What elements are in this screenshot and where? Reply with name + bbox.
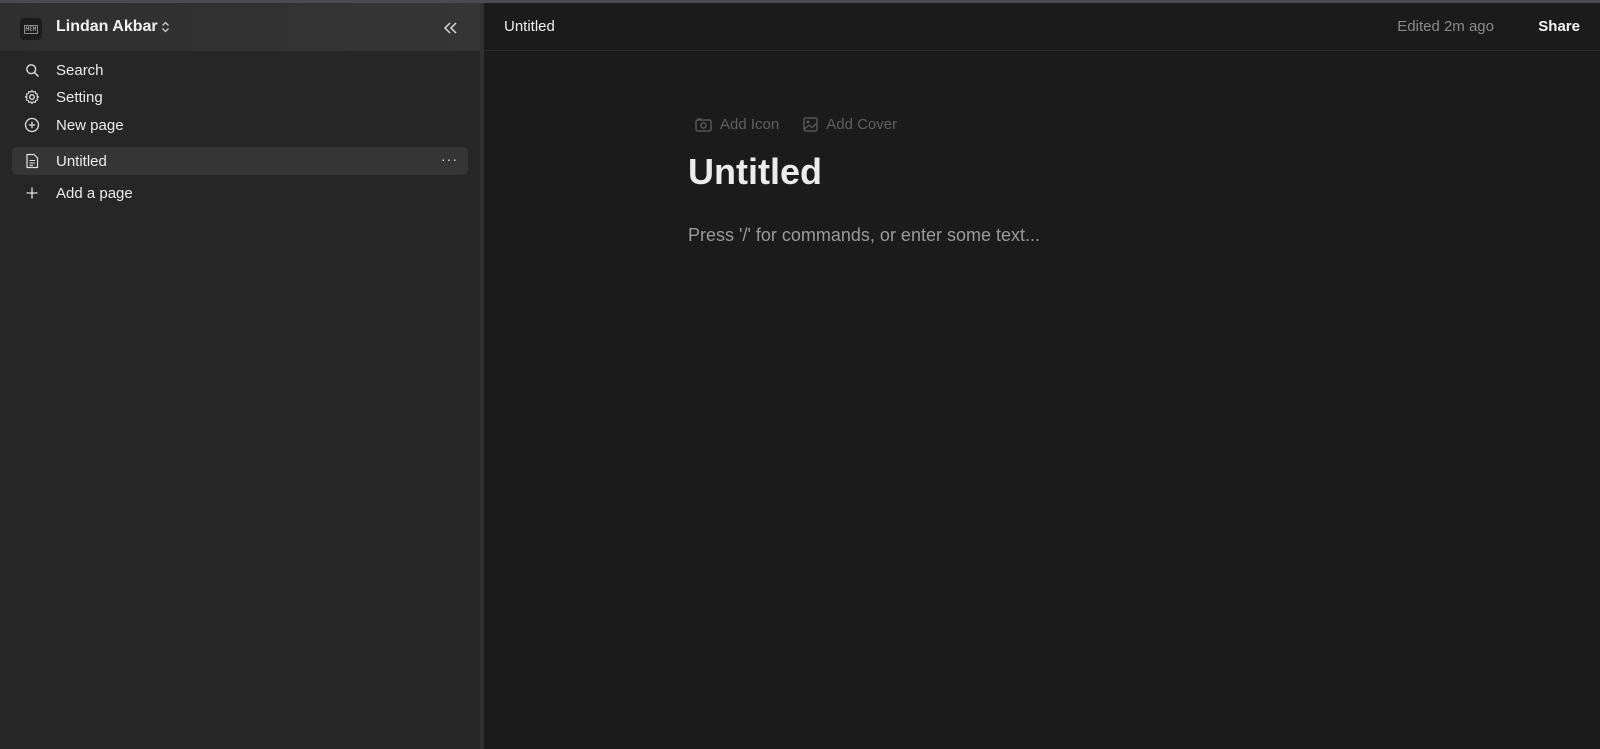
workspace-logo[interactable]: MEM <box>20 18 42 40</box>
sidebar-item-new-page[interactable]: New page <box>12 112 468 138</box>
editor-placeholder[interactable]: Press '/' for commands, or enter some te… <box>688 225 1040 246</box>
plus-icon <box>26 187 38 199</box>
collapse-sidebar-button[interactable] <box>441 18 461 38</box>
sidebar-item-label: Search <box>56 61 104 79</box>
add-cover-label: Add Cover <box>826 116 898 133</box>
chevron-up-down-icon <box>161 21 169 33</box>
image-icon <box>695 117 712 132</box>
share-button[interactable]: Share <box>1538 18 1580 35</box>
sidebar: MEM Lindan Akbar Search Setting New page… <box>0 3 480 749</box>
workspace-switcher[interactable]: Lindan Akbar <box>56 18 170 36</box>
sidebar-item-setting[interactable]: Setting <box>12 84 468 110</box>
workspace-name: Lindan Akbar <box>56 18 158 35</box>
page-title[interactable]: Untitled <box>688 151 822 193</box>
chevrons-left-icon <box>443 22 457 34</box>
sidebar-page-label: Untitled <box>56 152 107 170</box>
page-toolbar: Add Icon Add Cover <box>695 116 897 133</box>
sidebar-item-label: New page <box>56 116 124 134</box>
page-header: Untitled Edited 2m ago Share <box>484 3 1600 51</box>
edited-status: Edited 2m ago <box>1397 18 1494 35</box>
workspace-logo-text: MEM <box>23 24 39 34</box>
add-page-button[interactable]: Add a page <box>12 180 468 206</box>
workspace-header: MEM Lindan Akbar <box>0 3 480 51</box>
sidebar-item-search[interactable]: Search <box>12 57 468 83</box>
sidebar-resize-handle[interactable] <box>480 3 484 749</box>
add-cover-button[interactable]: Add Cover <box>803 116 897 133</box>
sidebar-item-label: Setting <box>56 88 103 106</box>
gear-icon <box>24 89 40 105</box>
add-page-label: Add a page <box>56 184 133 202</box>
plus-circle-icon <box>24 117 40 133</box>
add-icon-label: Add Icon <box>720 116 780 133</box>
breadcrumb[interactable]: Untitled <box>504 18 555 35</box>
sidebar-page-untitled[interactable]: Untitled ··· <box>12 147 468 175</box>
add-icon-button[interactable]: Add Icon <box>695 116 779 133</box>
search-icon <box>25 63 39 77</box>
picture-icon <box>803 117 818 132</box>
document-icon <box>26 153 39 169</box>
more-options-button[interactable]: ··· <box>441 151 458 167</box>
